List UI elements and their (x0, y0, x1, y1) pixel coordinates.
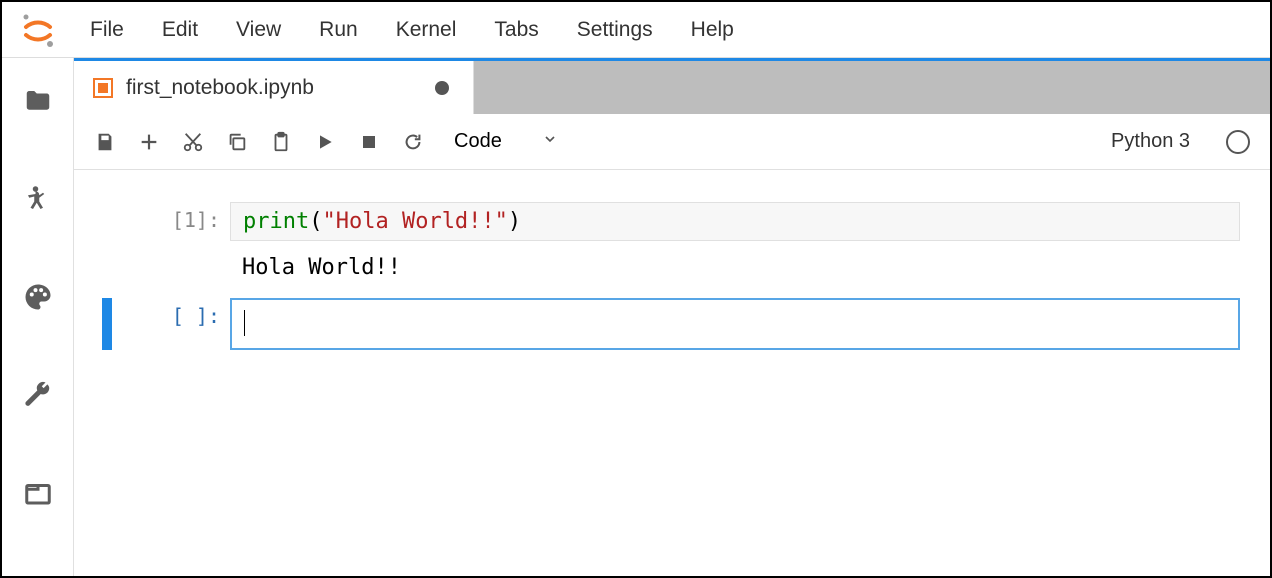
notebook-toolbar: Code Python 3 (74, 114, 1270, 170)
cell-input[interactable] (230, 298, 1240, 350)
running-icon[interactable] (23, 184, 53, 214)
menu-file[interactable]: File (90, 18, 124, 42)
restart-icon[interactable] (402, 131, 424, 153)
add-cell-icon[interactable] (138, 131, 160, 153)
folder-icon[interactable] (23, 86, 53, 116)
menu-help[interactable]: Help (691, 18, 734, 42)
wrench-icon[interactable] (23, 380, 53, 410)
paste-icon[interactable] (270, 131, 292, 153)
celltype-select[interactable]: Code (454, 130, 558, 153)
cell-2[interactable]: [ ]: (102, 298, 1240, 350)
menu-view[interactable]: View (236, 18, 281, 42)
tab-notebook[interactable]: first_notebook.ipynb (74, 61, 474, 114)
tabs-icon[interactable] (23, 478, 53, 508)
jupyter-logo (2, 13, 74, 47)
run-icon[interactable] (314, 131, 336, 153)
menu-tabs[interactable]: Tabs (494, 18, 538, 42)
tab-title: first_notebook.ipynb (126, 76, 423, 100)
unsaved-indicator-icon (435, 81, 449, 95)
notebook-file-icon (92, 77, 114, 99)
menu-kernel[interactable]: Kernel (396, 18, 457, 42)
tab-bar: first_notebook.ipynb (74, 58, 1270, 114)
save-icon[interactable] (94, 131, 116, 153)
stop-icon[interactable] (358, 131, 380, 153)
cell-1[interactable]: [1]: print("Hola World!!") Hola World!! (102, 202, 1240, 284)
palette-icon[interactable] (23, 282, 53, 312)
kernel-name[interactable]: Python 3 (1111, 130, 1190, 153)
cell-output: Hola World!! (230, 241, 1240, 284)
menu-settings[interactable]: Settings (577, 18, 653, 42)
celltype-label: Code (454, 130, 502, 153)
notebook-area: [1]: print("Hola World!!") Hola World!! … (74, 170, 1270, 576)
cut-icon[interactable] (182, 131, 204, 153)
cell-prompt: [1]: (120, 202, 230, 284)
cell-prompt: [ ]: (120, 298, 230, 350)
menubar: File Edit View Run Kernel Tabs Settings … (2, 2, 1270, 58)
copy-icon[interactable] (226, 131, 248, 153)
sidebar (2, 58, 74, 576)
menu-edit[interactable]: Edit (162, 18, 198, 42)
cell-input[interactable]: print("Hola World!!") (230, 202, 1240, 241)
kernel-status-icon[interactable] (1226, 130, 1250, 154)
menu-run[interactable]: Run (319, 18, 358, 42)
chevron-down-icon (542, 130, 558, 153)
